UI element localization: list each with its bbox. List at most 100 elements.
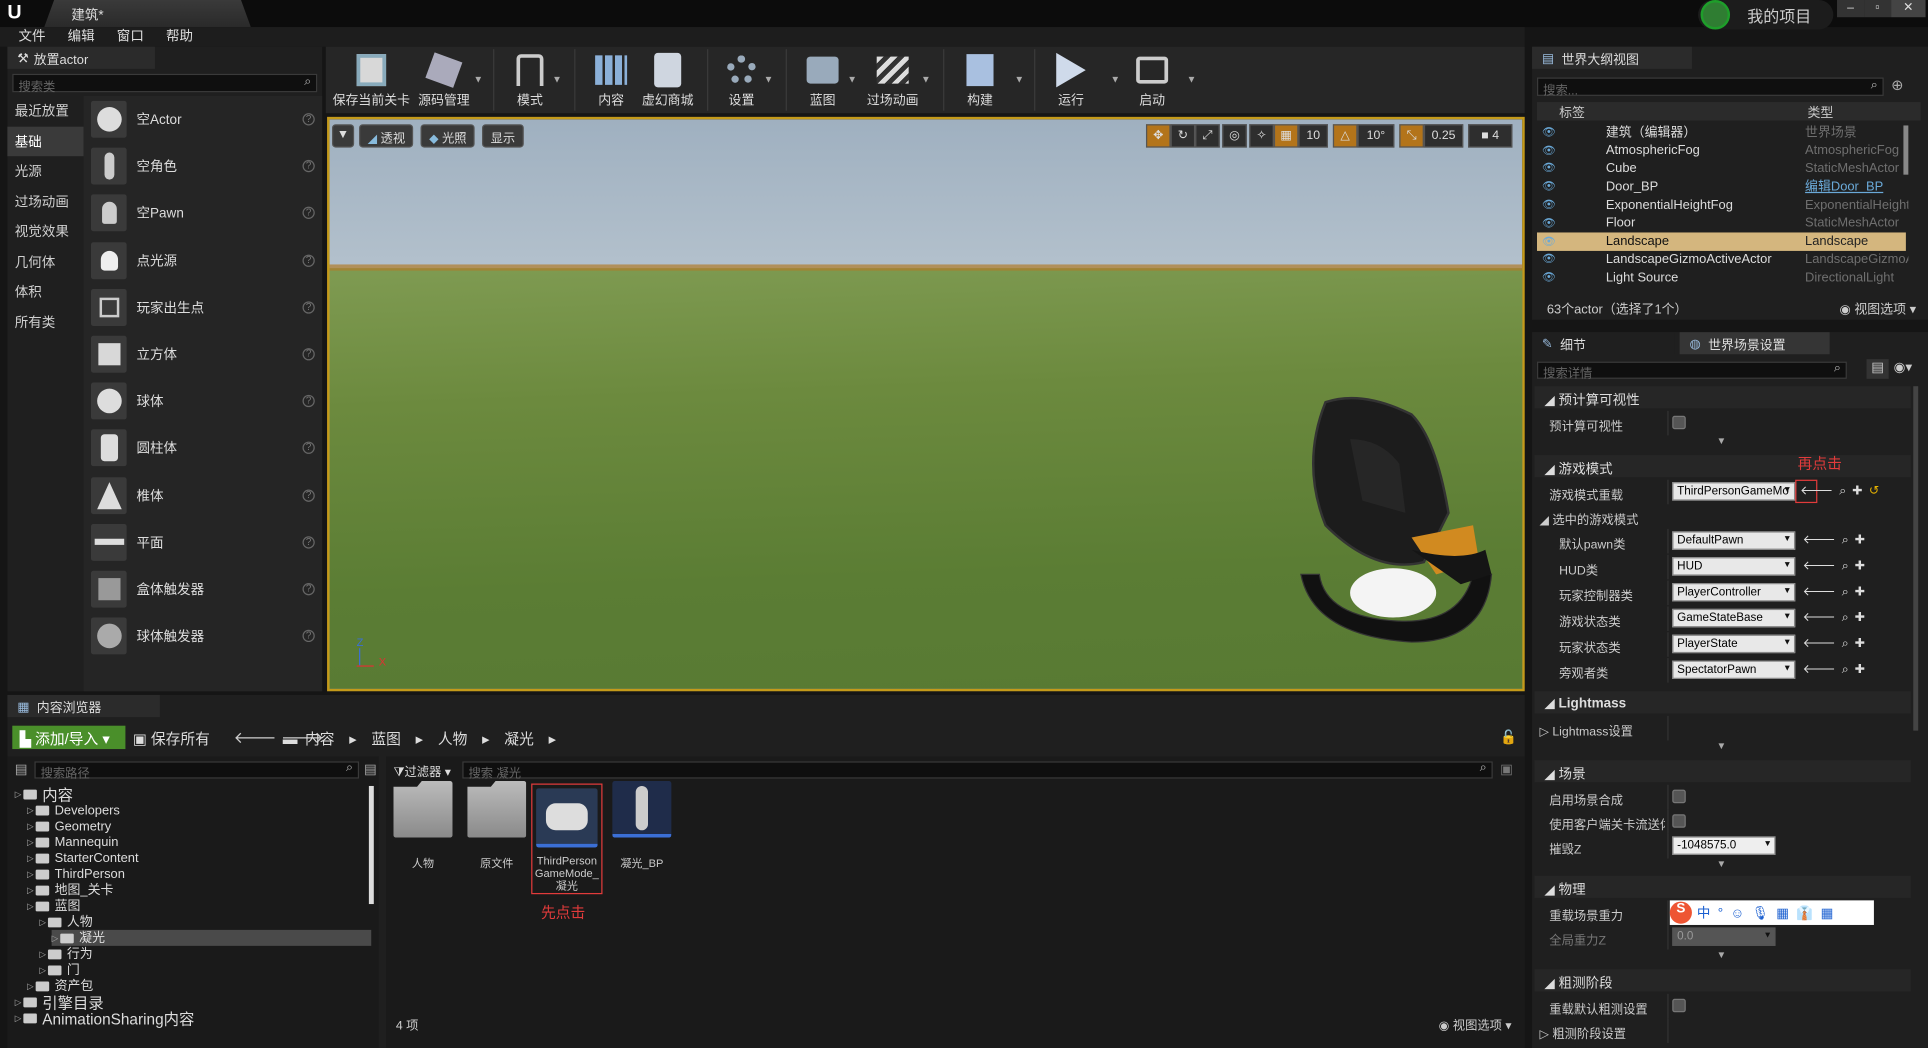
category-basic[interactable]: 基础 [7, 126, 84, 157]
class-dropdown[interactable]: PlayerState [1672, 634, 1796, 654]
actor-item[interactable]: 空角色? [84, 143, 323, 190]
tree-folder-item[interactable]: ▷ Mannequin [27, 834, 118, 850]
pin-icon[interactable]: ⊕ [1891, 76, 1916, 96]
path-search-input[interactable]: 搜索路径 ⌕ [34, 761, 360, 781]
outliner-search-input[interactable]: 搜索... ⌕ [1537, 77, 1884, 98]
visibility-eye-icon[interactable]: 👁 [1542, 253, 1559, 267]
save-search-icon[interactable]: ▣ [1500, 761, 1513, 778]
launch-button[interactable]: 启动 [1128, 47, 1177, 113]
outliner-row[interactable]: 👁 LandscapeGizmoActiveActor LandscapeGizmo… [1537, 250, 1908, 268]
use-asset-arrow-icon[interactable]: 🡐⌕✚↺ [1800, 483, 1885, 499]
prop-lightmass-settings[interactable]: ▷ Lightmass设置 [1535, 715, 1911, 741]
tree-scrollbar[interactable] [368, 785, 374, 905]
surface-snap-icon[interactable]: ✧ [1249, 124, 1274, 148]
world-composition-checkbox[interactable] [1672, 789, 1686, 804]
maximize-button[interactable]: ▫ [1864, 0, 1892, 18]
actor-item[interactable]: 盒体触发器? [84, 566, 323, 613]
actor-item[interactable]: 空Pawn? [84, 190, 323, 237]
details-search-input[interactable]: 搜索详情 ⌕ [1537, 361, 1847, 381]
outliner-row[interactable]: 👁 Landscape Landscape [1537, 232, 1906, 251]
tree-folder-item[interactable]: ▷ Geometry [27, 818, 111, 834]
outliner-row[interactable]: 👁 Cube StaticMeshActor [1537, 159, 1906, 177]
lock-icon[interactable]: 🔓 [1500, 729, 1517, 746]
type-column-header[interactable]: 类型 [1808, 103, 1834, 121]
rotation-snap-value[interactable]: 10° [1357, 124, 1395, 148]
actor-item[interactable]: 椎体? [84, 472, 323, 519]
visibility-eye-icon[interactable]: 👁 [1542, 144, 1559, 158]
menu-edit[interactable]: 编辑 [57, 27, 106, 47]
tab-place-actor[interactable]: ⚒ 放置actor [7, 46, 155, 69]
tree-folder-item[interactable]: ▷ 行为 [39, 946, 92, 962]
class-dropdown[interactable]: GameStateBase [1672, 608, 1796, 628]
category-all-classes[interactable]: 所有类 [7, 307, 83, 337]
asset-ningguang-bp[interactable]: 凝光_BP [612, 781, 672, 871]
help-icon[interactable]: ? [302, 394, 315, 408]
help-icon[interactable]: ? [302, 207, 315, 220]
breadcrumb-content[interactable]: 内容 [305, 728, 335, 749]
document-tab[interactable]: 建筑* [44, 0, 251, 27]
close-button[interactable]: ✕ [1891, 0, 1926, 18]
show-button[interactable]: 显示 [482, 124, 524, 148]
expand-arrow-icon[interactable]: ▼ [1717, 435, 1727, 446]
visibility-eye-icon[interactable]: 👁 [1542, 125, 1559, 139]
breadcrumb-blueprints[interactable]: 蓝图 [371, 728, 401, 749]
visibility-eye-icon[interactable]: 👁 [1542, 216, 1559, 230]
kill-z-input[interactable]: -1048575.0 [1672, 836, 1776, 855]
outliner-row[interactable]: 👁 Door_BP 编辑Door_BP [1537, 178, 1906, 196]
override-broadphase-checkbox[interactable] [1672, 998, 1686, 1013]
actor-item[interactable]: 球体触发器? [84, 613, 323, 660]
section-world[interactable]: ◢ 场景 [1534, 760, 1911, 783]
add-import-button[interactable]: ▙ 添加/导入 ▾ [12, 725, 126, 750]
actor-item[interactable]: 点光源? [84, 237, 323, 284]
visibility-eye-icon[interactable]: 👁 [1542, 198, 1559, 212]
class-action-icons[interactable]: 🡐⌕✚ [1803, 584, 1872, 599]
subsection-selected-game-mode[interactable]: ◢ 选中的游戏模式 [1539, 509, 1638, 528]
tree-folder-item[interactable]: ▷ 蓝图 [27, 898, 80, 914]
save-current-level-button[interactable]: 保存当前关卡 [331, 47, 412, 113]
section-broadphase[interactable]: ◢ 粗测阶段 [1534, 969, 1911, 992]
actor-item[interactable]: 圆柱体? [84, 425, 323, 472]
my-project-button[interactable]: 我的项目 [1698, 0, 1834, 30]
section-game-mode[interactable]: ◢ 游戏模式 [1534, 455, 1911, 478]
prop-broadphase-settings[interactable]: ▷ 粗测阶段设置 [1535, 1018, 1911, 1044]
viewport-options-button[interactable]: ▼ [331, 124, 355, 148]
tree-folder-item[interactable]: ▷ Developers [27, 802, 120, 818]
class-action-icons[interactable]: 🡐⌕✚ [1803, 533, 1872, 548]
path-view-options-icon[interactable]: ▤ [364, 761, 377, 778]
place-search-input[interactable]: 搜索类 ⌕ [12, 73, 318, 95]
play-button[interactable]: 运行 [1046, 47, 1095, 113]
outliner-row[interactable]: 👁 AtmosphericFog AtmosphericFog [1537, 141, 1906, 159]
help-icon[interactable]: ? [302, 488, 315, 502]
breadcrumb-character[interactable]: 人物 [438, 728, 468, 749]
scale-snap-icon[interactable]: ⤡ [1399, 124, 1424, 148]
breadcrumb-ningguang[interactable]: 凝光 [504, 728, 534, 749]
content-button[interactable]: 内容 [587, 47, 636, 113]
modes-button[interactable]: 模式 [505, 47, 554, 113]
marketplace-button[interactable]: 虚幻商城 [638, 47, 697, 113]
asset-search-input[interactable]: 搜索 凝光 ⌕ [462, 761, 1493, 781]
tree-folder-item[interactable]: ▷ 门 [39, 962, 79, 978]
expand-arrow-icon[interactable]: ▼ [1717, 859, 1727, 870]
class-action-icons[interactable]: 🡐⌕✚ [1803, 558, 1872, 574]
help-icon[interactable]: ? [302, 113, 315, 126]
ime-toolbar[interactable]: S 中 °☺🎙▦👔▦ [1669, 900, 1874, 925]
tree-folder-item[interactable]: ▷ AnimationSharing内容 [15, 1010, 195, 1028]
category-cinematic[interactable]: 过场动画 [7, 186, 83, 216]
source-control-button[interactable]: 源码管理 [414, 47, 473, 113]
class-dropdown[interactable]: SpectatorPawn [1672, 660, 1796, 679]
settings-button[interactable]: 设置 [717, 47, 766, 113]
grid-snap-value[interactable]: 10 [1298, 124, 1328, 148]
category-recent[interactable]: 最近放置 [7, 96, 83, 126]
game-mode-override-dropdown[interactable]: ThirdPersonGameMo [1672, 482, 1796, 501]
tree-folder-item[interactable]: ▷ 内容 [15, 786, 73, 804]
category-geometry[interactable]: 几何体 [7, 247, 83, 277]
actor-item[interactable]: 球体? [84, 378, 323, 425]
actor-item[interactable]: 平面? [84, 519, 323, 566]
tree-folder-item[interactable]: ▷ StarterContent [27, 850, 139, 866]
class-dropdown[interactable]: DefaultPawn [1672, 531, 1796, 550]
actor-item[interactable]: 立方体? [84, 331, 323, 378]
actor-item[interactable]: 玩家出生点? [84, 284, 323, 331]
lit-mode-button[interactable]: ◆ 光照 [420, 124, 476, 148]
help-icon[interactable]: ? [302, 348, 315, 361]
back-arrow-icon[interactable]: 🡐 [234, 728, 277, 746]
